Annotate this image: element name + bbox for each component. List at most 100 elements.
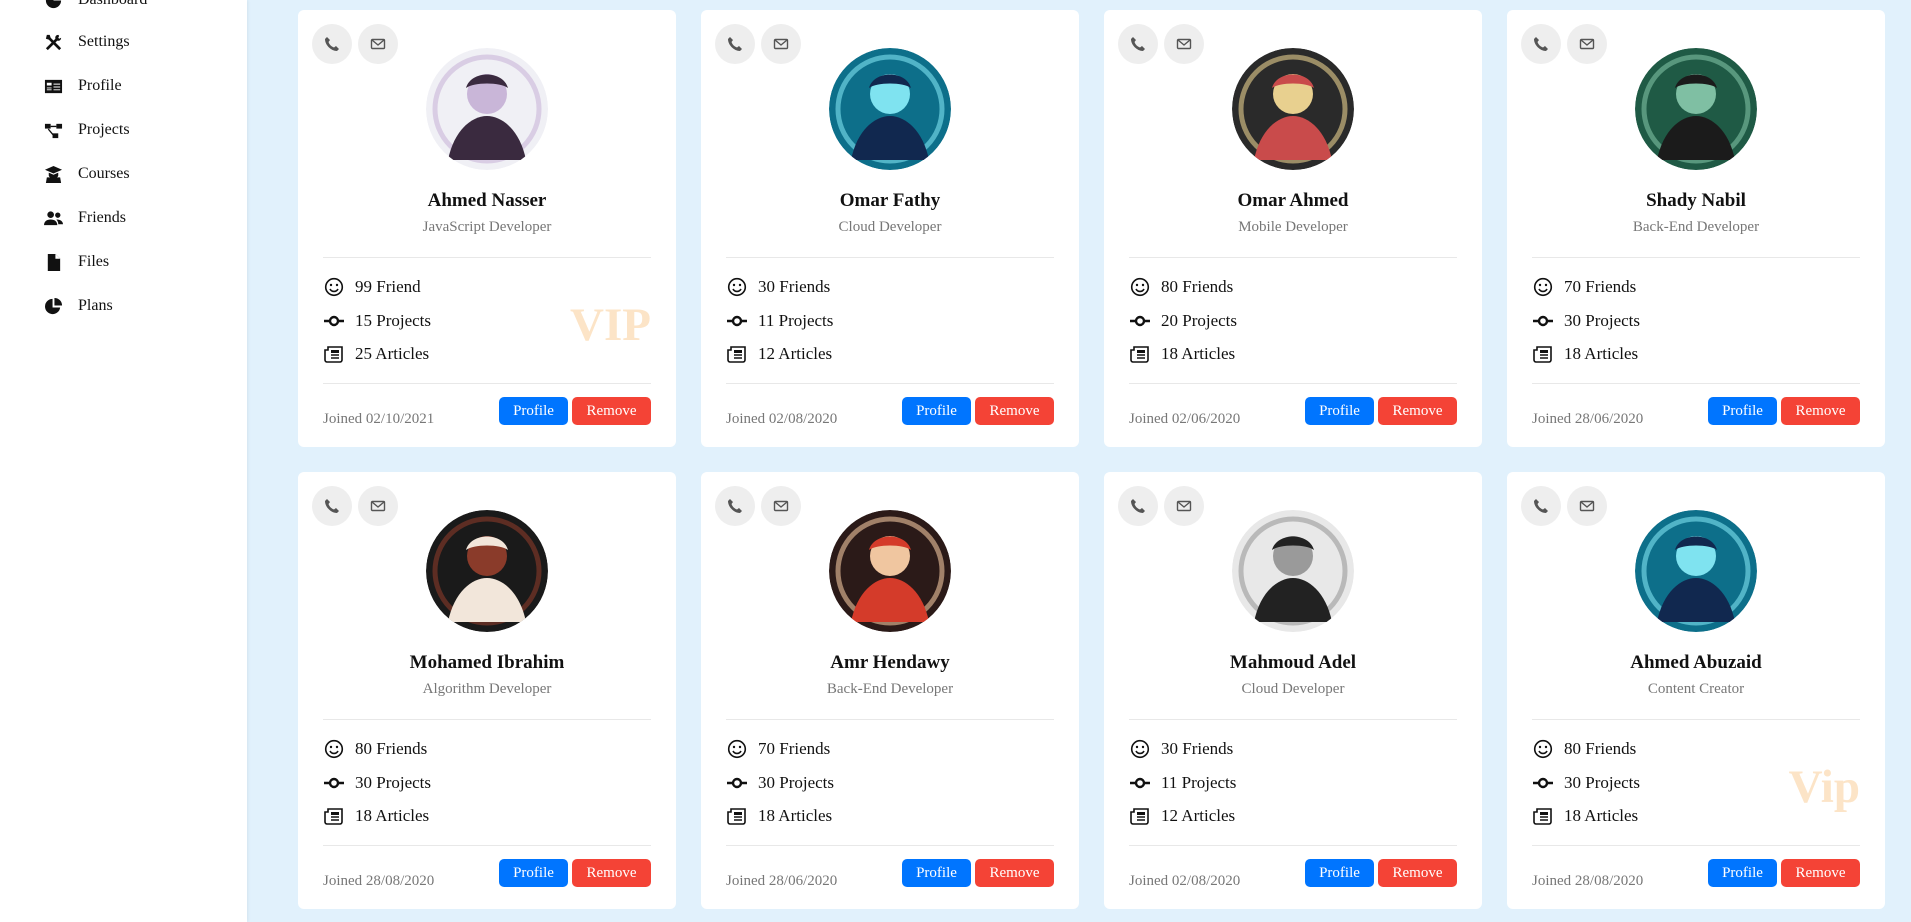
stat-projects: 15 Projects <box>323 310 431 332</box>
phone-icon <box>727 498 743 514</box>
profile-button[interactable]: Profile <box>902 397 971 425</box>
phone-icon <box>1533 36 1549 52</box>
friend-card: Omar Fathy Cloud Developer 30 Friends 11 Pr… <box>701 10 1079 447</box>
sidebar: Dashboard Settings Profile Projects Cour… <box>0 0 247 922</box>
stat-friends: 30 Friends <box>726 276 830 298</box>
profile-button[interactable]: Profile <box>1708 397 1777 425</box>
sidebar-item-dashboard[interactable]: Dashboard <box>42 0 147 17</box>
sidebar-item-label: Dashboard <box>78 0 147 9</box>
sidebar-item-files[interactable]: Files <box>42 245 109 279</box>
friend-card: Omar Ahmed Mobile Developer 80 Friends 20 P… <box>1104 10 1482 447</box>
commit-icon <box>1532 310 1554 332</box>
smile-icon <box>726 738 748 760</box>
remove-button[interactable]: Remove <box>975 859 1054 887</box>
email-button[interactable] <box>358 24 398 64</box>
friend-role: Back-End Developer <box>1632 219 1760 235</box>
mail-icon <box>1579 36 1595 52</box>
email-button[interactable] <box>1567 24 1607 64</box>
email-button[interactable] <box>761 486 801 526</box>
profile-button[interactable]: Profile <box>499 397 568 425</box>
stat-articles: 25 Articles <box>323 343 429 365</box>
stat-projects: 30 Projects <box>726 772 834 794</box>
phone-icon <box>727 36 743 52</box>
email-button[interactable] <box>1567 486 1607 526</box>
remove-button[interactable]: Remove <box>1781 397 1860 425</box>
phone-button[interactable] <box>715 24 755 64</box>
divider <box>323 845 651 846</box>
sidebar-item-courses[interactable]: Courses <box>42 157 130 191</box>
friend-card: Mahmoud Adel Cloud Developer 30 Friends 11 … <box>1104 472 1482 909</box>
divider <box>323 383 651 384</box>
stat-friends-value: 80 Friends <box>355 739 428 758</box>
phone-icon <box>1130 36 1146 52</box>
friend-card: Ahmed Abuzaid Content Creator 80 Friends 30… <box>1507 472 1885 909</box>
friend-role: Cloud Developer <box>1241 681 1345 697</box>
sidebar-item-projects[interactable]: Projects <box>42 113 130 147</box>
divider <box>1129 845 1457 846</box>
profile-button[interactable]: Profile <box>1305 859 1374 887</box>
remove-button[interactable]: Remove <box>1378 859 1457 887</box>
email-button[interactable] <box>1164 486 1204 526</box>
phone-button[interactable] <box>1521 486 1561 526</box>
email-button[interactable] <box>358 486 398 526</box>
phone-button[interactable] <box>1521 24 1561 64</box>
email-button[interactable] <box>1164 24 1204 64</box>
avatar <box>829 510 951 632</box>
friend-name: Ahmed Nasser <box>427 190 547 211</box>
friend-name: Amr Hendawy <box>830 652 950 673</box>
avatar <box>1635 510 1757 632</box>
smile-icon <box>1532 276 1554 298</box>
profile-button[interactable]: Profile <box>1305 397 1374 425</box>
friend-role: Back-End Developer <box>826 681 954 697</box>
sidebar-item-profile[interactable]: Profile <box>42 69 122 103</box>
remove-button[interactable]: Remove <box>572 859 651 887</box>
remove-button[interactable]: Remove <box>1781 859 1860 887</box>
friend-card: Mohamed Ibrahim Algorithm Developer 80 Fri… <box>298 472 676 909</box>
mail-icon <box>773 498 789 514</box>
commit-icon <box>1129 772 1151 794</box>
stat-projects-value: 30 Projects <box>1564 773 1641 792</box>
remove-button[interactable]: Remove <box>1378 397 1457 425</box>
stat-friends: 70 Friends <box>726 738 830 760</box>
phone-button[interactable] <box>312 486 352 526</box>
friend-card: Ahmed Nasser JavaScript Developer 99 Frien… <box>298 10 676 447</box>
email-button[interactable] <box>761 24 801 64</box>
divider <box>1532 845 1860 846</box>
phone-icon <box>324 36 340 52</box>
newspaper-icon <box>323 343 345 365</box>
avatar <box>1232 510 1354 632</box>
divider <box>726 845 1054 846</box>
vip-badge: VIP <box>570 299 651 351</box>
commit-icon <box>1532 772 1554 794</box>
phone-button[interactable] <box>312 24 352 64</box>
sidebar-item-friends[interactable]: Friends <box>42 201 126 235</box>
phone-button[interactable] <box>1118 24 1158 64</box>
avatar <box>829 48 951 170</box>
avatar <box>1232 48 1354 170</box>
joined-date: Joined 28/06/2020 <box>1532 411 1644 427</box>
stat-articles: 12 Articles <box>726 343 832 365</box>
divider <box>726 383 1054 384</box>
stat-friends: 30 Friends <box>1129 738 1233 760</box>
stat-projects-value: 15 Projects <box>355 311 432 330</box>
divider <box>726 257 1054 258</box>
sidebar-item-settings[interactable]: Settings <box>42 25 130 59</box>
stat-articles-value: 12 Articles <box>758 344 833 363</box>
divider <box>1129 383 1457 384</box>
divider <box>1532 257 1860 258</box>
mail-icon <box>370 498 386 514</box>
friends-icon <box>42 207 64 229</box>
newspaper-icon <box>1129 343 1151 365</box>
stat-projects-value: 30 Projects <box>758 773 835 792</box>
phone-button[interactable] <box>1118 486 1158 526</box>
sidebar-item-plans[interactable]: Plans <box>42 289 113 323</box>
profile-icon <box>42 75 64 97</box>
profile-button[interactable]: Profile <box>499 859 568 887</box>
stat-articles-value: 18 Articles <box>355 806 430 825</box>
remove-button[interactable]: Remove <box>975 397 1054 425</box>
profile-button[interactable]: Profile <box>1708 859 1777 887</box>
phone-button[interactable] <box>715 486 755 526</box>
sidebar-item-label: Plans <box>78 297 113 314</box>
profile-button[interactable]: Profile <box>902 859 971 887</box>
remove-button[interactable]: Remove <box>572 397 651 425</box>
